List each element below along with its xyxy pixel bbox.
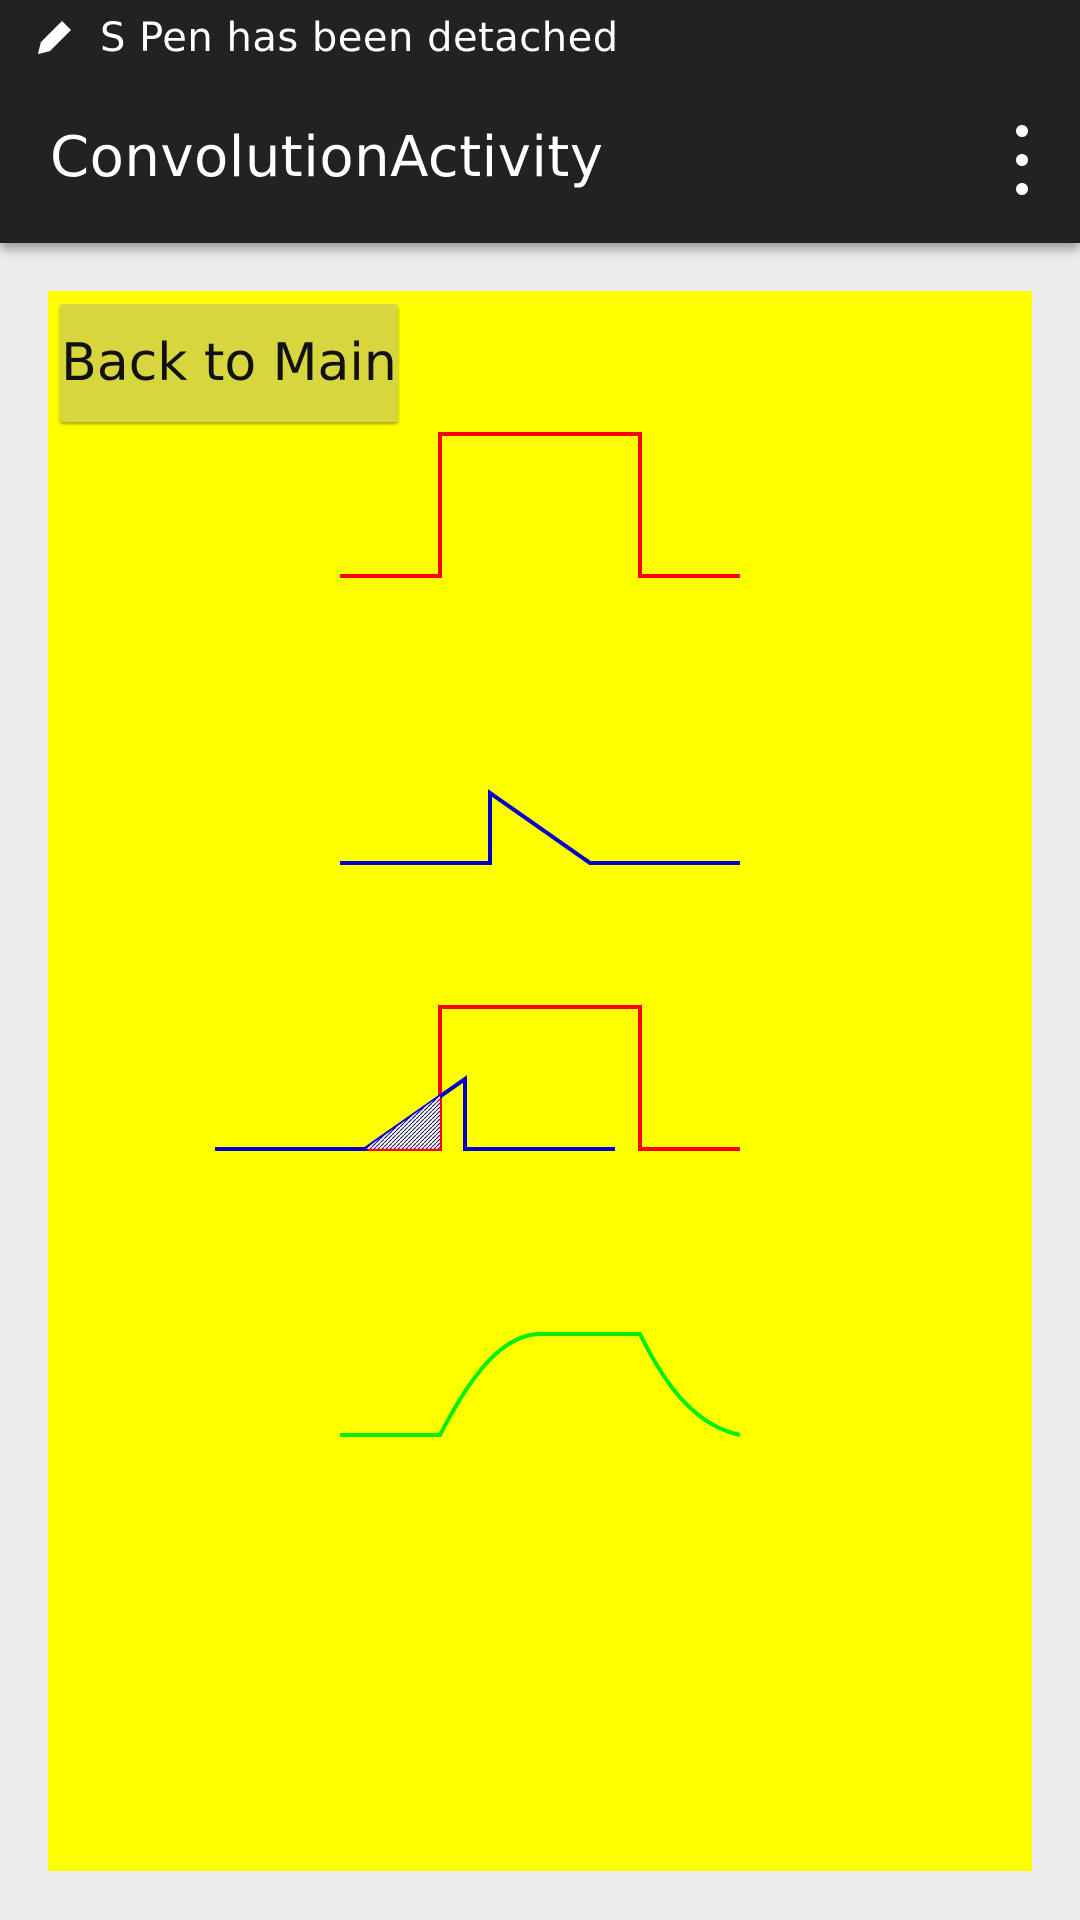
triangle-signal-line <box>340 789 740 865</box>
notification-text: S Pen has been detached <box>100 14 619 61</box>
overflow-dot <box>1016 154 1028 166</box>
convolution-plot <box>215 432 741 1437</box>
pen-icon <box>28 12 80 64</box>
convolution-canvas: Back to Main <box>48 291 1032 1871</box>
more-vert-icon[interactable] <box>998 125 1046 195</box>
overflow-dot <box>1016 183 1028 195</box>
activity-title: ConvolutionActivity <box>50 125 604 190</box>
convolution-result-line <box>340 1332 741 1437</box>
status-bar: S Pen has been detached <box>0 0 1080 75</box>
action-bar: ConvolutionActivity <box>0 75 1080 243</box>
overflow-dot <box>1016 125 1028 137</box>
rect-signal-line <box>340 432 740 578</box>
